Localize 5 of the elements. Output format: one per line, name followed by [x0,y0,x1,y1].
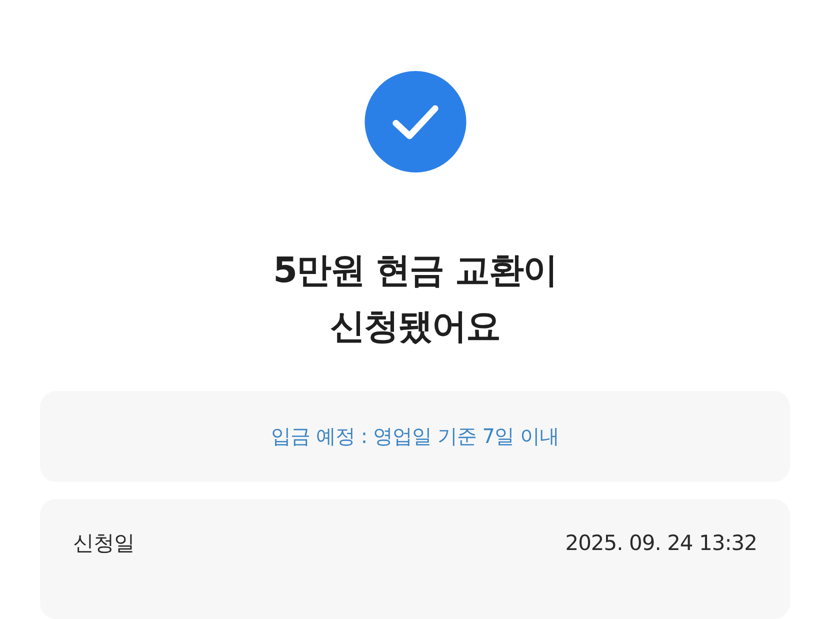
title-text: 신청됐어요 [330,306,500,349]
detail-value: 2025. 09. 24 13:32 [565,531,757,555]
title-text: 5만원 현금 교환이 [273,250,557,293]
deposit-notice-text: 입금 예정 : 영업일 기준 7일 이내 [271,422,559,450]
detail-label: 신청일 [73,530,134,557]
